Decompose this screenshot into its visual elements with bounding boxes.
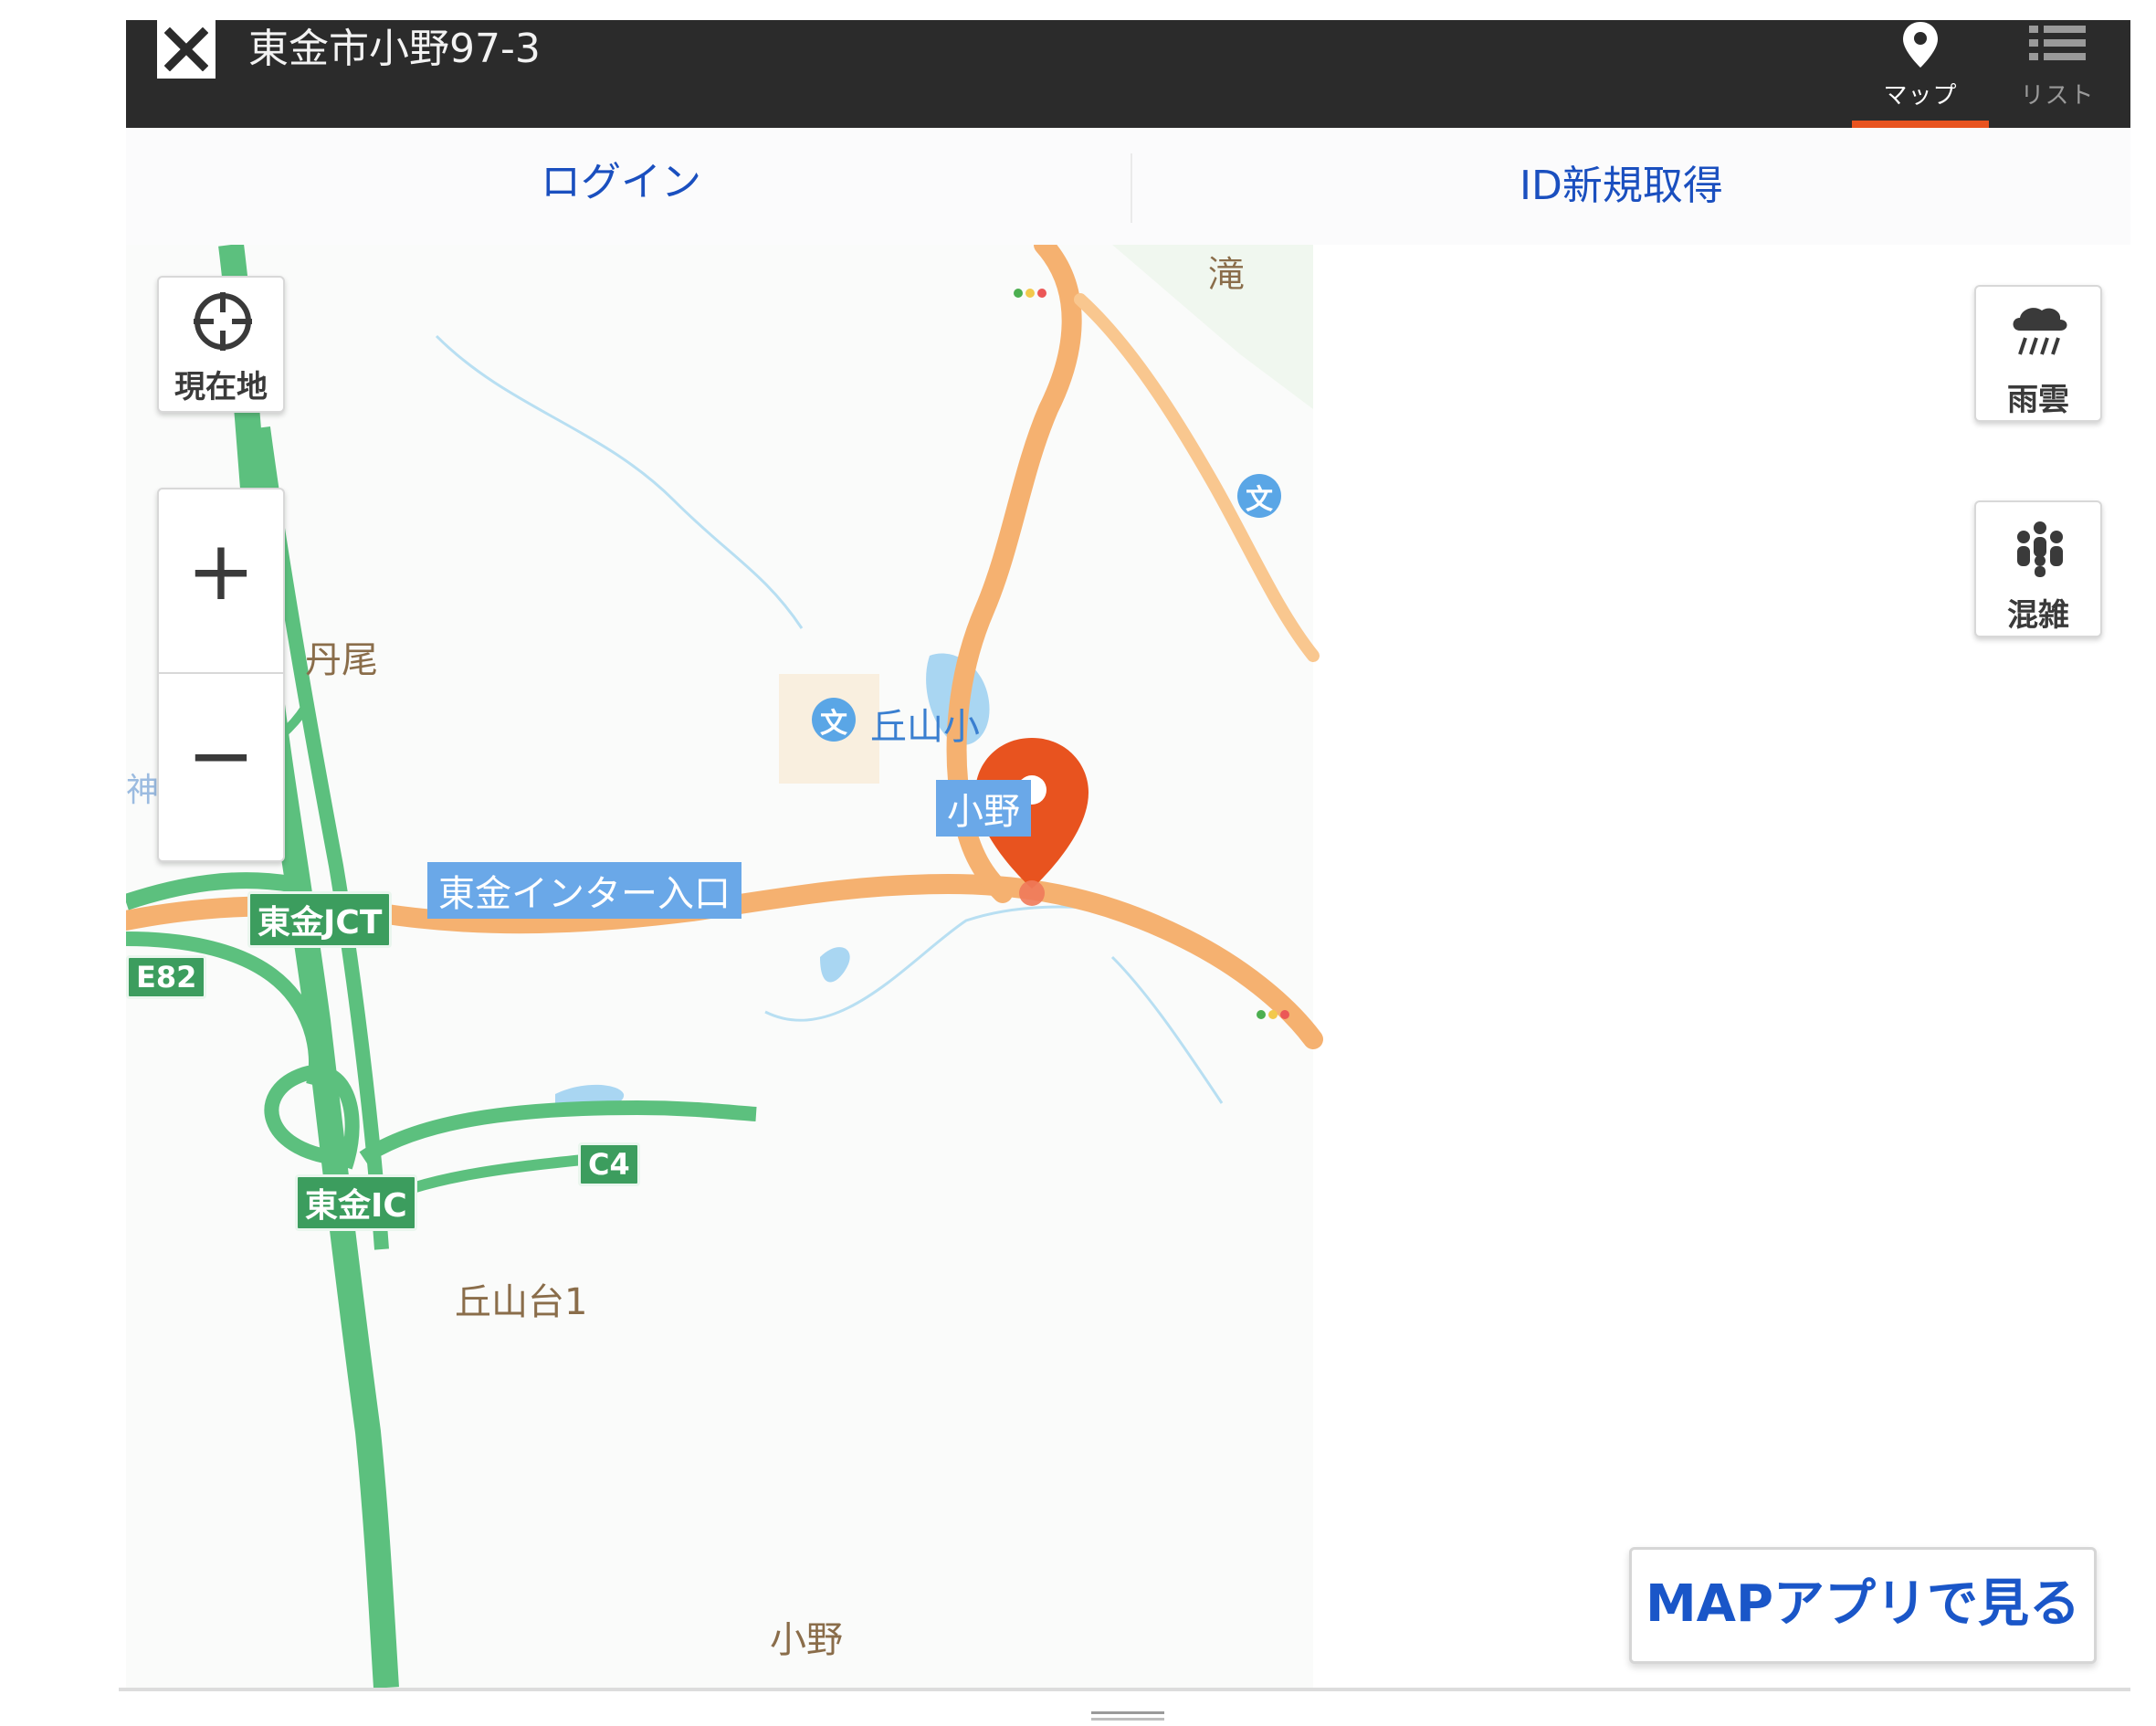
svg-text:文: 文 [820, 708, 847, 740]
map-label-tanbi: 丹尾 [305, 639, 378, 681]
map-view[interactable]: 文 文 丹尾 滝 丘山小 神社 丘山台1 小野 小野 東金インター入口 東金JC… [126, 245, 2130, 1688]
crosshair-icon [194, 292, 252, 351]
current-location-button[interactable]: 現在地 [157, 276, 285, 413]
map-label-okayama-school: 丘山小 [870, 706, 980, 748]
zoom-control: + − [157, 488, 285, 862]
signup-link[interactable]: ID新規取得 [1520, 132, 1723, 248]
svg-text:文: 文 [1246, 484, 1273, 516]
rain-cloud-icon [2013, 308, 2067, 355]
map-label-ono-station: 小野 [936, 780, 1031, 837]
zoom-in-button[interactable]: + [159, 489, 283, 672]
tab-list-label: リスト [2020, 82, 2095, 110]
close-icon [164, 27, 208, 71]
map-label-e82: E82 [126, 955, 207, 999]
current-location-label: 現在地 [174, 369, 268, 405]
map-canvas: 文 文 [126, 245, 1323, 1688]
map-label-c4: C4 [578, 1142, 640, 1186]
zoom-out-button[interactable]: − [159, 674, 283, 862]
open-map-app-button[interactable]: MAPアプリで見る [1629, 1547, 2097, 1664]
zoom-out-label: − [186, 708, 256, 804]
page-footer-mark [1091, 1711, 1164, 1721]
map-pin-icon [1903, 22, 1938, 68]
map-label-togane-interchange-entrance: 東金インター入口 [427, 862, 741, 919]
zoom-in-label: + [186, 523, 256, 619]
close-button[interactable] [157, 20, 216, 79]
crowd-icon [2017, 521, 2063, 577]
tab-list[interactable]: リスト [1989, 20, 2126, 128]
map-bottom-border [119, 1688, 2130, 1691]
tab-map[interactable]: マップ [1852, 20, 1989, 128]
auth-bar: ログイン ID新規取得 [126, 128, 2130, 247]
map-label-togane-ic: 東金IC [295, 1174, 417, 1231]
map-label-togane-jct: 東金JCT [247, 891, 393, 948]
map-label-okayamadai: 丘山台1 [455, 1281, 588, 1323]
congestion-button[interactable]: 混雑 [1974, 500, 2102, 637]
rain-radar-button[interactable]: 雨雲 [1974, 285, 2102, 422]
auth-divider [1131, 153, 1132, 223]
list-icon [2029, 26, 2086, 60]
congestion-label: 混雑 [2007, 597, 2069, 634]
top-bar: 東金市小野97-3 マップ リスト [126, 20, 2130, 128]
map-label-ono-bottom: 小野 [770, 1619, 843, 1661]
rain-radar-label: 雨雲 [2007, 382, 2069, 418]
page-title: 東金市小野97-3 [248, 26, 541, 72]
login-link[interactable]: ログイン [541, 128, 701, 245]
map-label-taki: 滝 [1208, 254, 1245, 296]
tab-map-label: マップ [1883, 82, 1958, 110]
active-tab-indicator [1852, 121, 1989, 128]
